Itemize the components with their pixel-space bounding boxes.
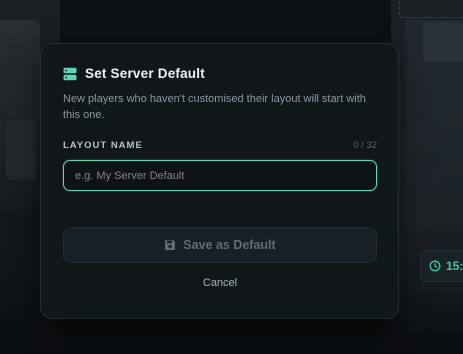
screen: 15: Set Server Default New players who h… xyxy=(0,0,463,354)
time-text: 15: xyxy=(446,259,463,273)
floppy-disk-icon xyxy=(165,240,176,250)
time-badge: 15: xyxy=(420,250,463,282)
field-label-row: LAYOUT NAME 0 / 32 xyxy=(63,140,377,151)
layout-name-label: LAYOUT NAME xyxy=(63,140,143,151)
cancel-button[interactable]: Cancel xyxy=(63,277,377,289)
save-button-label: Save as Default xyxy=(183,238,276,252)
backdrop-shape xyxy=(6,120,36,180)
dialog-header: Set Server Default xyxy=(63,66,205,81)
save-as-default-button[interactable]: Save as Default xyxy=(63,227,377,263)
dialog-description: New players who haven't customised their… xyxy=(63,93,366,121)
clock-icon xyxy=(429,260,441,272)
layout-name-input[interactable] xyxy=(63,160,377,191)
character-counter: 0 / 32 xyxy=(353,140,377,151)
server-icon xyxy=(63,67,77,80)
backdrop-shape xyxy=(423,22,463,62)
backdrop-dashed-box xyxy=(399,0,463,18)
dialog-title: Set Server Default xyxy=(85,66,205,81)
backdrop-shape xyxy=(0,20,40,210)
set-server-default-dialog: Set Server Default New players who haven… xyxy=(40,43,399,319)
